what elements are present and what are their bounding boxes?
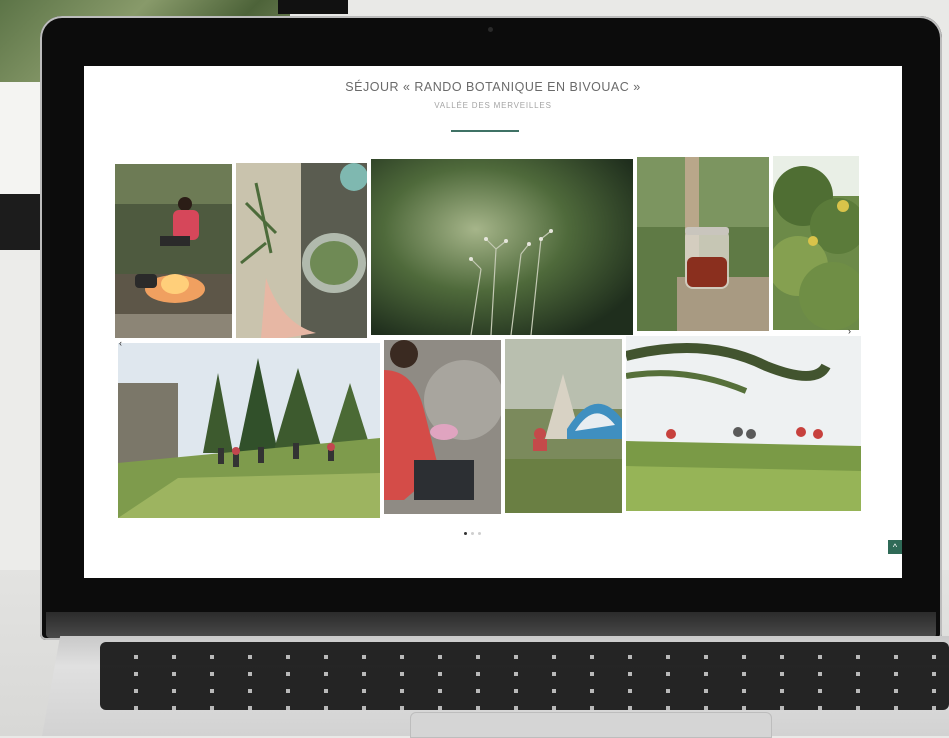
flower-photo-icon bbox=[371, 159, 633, 335]
pagination-dot-2[interactable] bbox=[471, 532, 474, 535]
keyboard bbox=[100, 642, 949, 710]
photo-woman-red-sweater[interactable] bbox=[384, 340, 501, 514]
foliage-photo-icon bbox=[773, 156, 859, 330]
pagination-dot-3[interactable] bbox=[478, 532, 481, 535]
trackpad bbox=[410, 712, 772, 738]
background-block bbox=[0, 194, 40, 250]
meadow-photo-icon bbox=[626, 336, 861, 511]
photo-hands-herbs-bowl[interactable] bbox=[236, 163, 367, 338]
background-strip bbox=[278, 0, 348, 14]
photo-hikers-group-trail[interactable] bbox=[118, 343, 380, 518]
next-arrow-icon[interactable]: › bbox=[848, 326, 851, 336]
photo-green-bushes[interactable] bbox=[773, 156, 859, 330]
title-divider bbox=[451, 130, 519, 132]
photo-jar-of-honey[interactable] bbox=[637, 157, 769, 331]
pagination-dot-1[interactable] bbox=[464, 532, 467, 535]
photo-wildflowers-closeup[interactable] bbox=[371, 159, 633, 335]
page-title: SÉJOUR « RANDO BOTANIQUE EN BIVOUAC » bbox=[345, 80, 641, 94]
pagination-dots bbox=[464, 532, 481, 535]
herbs-photo-icon bbox=[236, 163, 367, 338]
prev-arrow-icon[interactable]: ‹ bbox=[119, 338, 122, 348]
hikers-photo-icon bbox=[118, 343, 380, 518]
tent-photo-icon bbox=[505, 339, 622, 513]
campfire-photo-icon bbox=[115, 164, 232, 338]
laptop-hinge bbox=[46, 612, 936, 638]
scroll-to-top-button[interactable]: ^ bbox=[888, 540, 902, 554]
photo-woman-cooking-fire[interactable] bbox=[115, 164, 232, 338]
camera-icon bbox=[488, 27, 493, 32]
photo-hikers-sitting-meadow[interactable] bbox=[626, 336, 861, 511]
photo-tents-bivouac[interactable] bbox=[505, 339, 622, 513]
jar-photo-icon bbox=[637, 157, 769, 331]
browser-screen: SÉJOUR « RANDO BOTANIQUE EN BIVOUAC » VA… bbox=[84, 66, 902, 578]
page-subtitle: VALLÉE DES MERVEILLES bbox=[434, 101, 552, 110]
person-photo-icon bbox=[384, 340, 501, 514]
